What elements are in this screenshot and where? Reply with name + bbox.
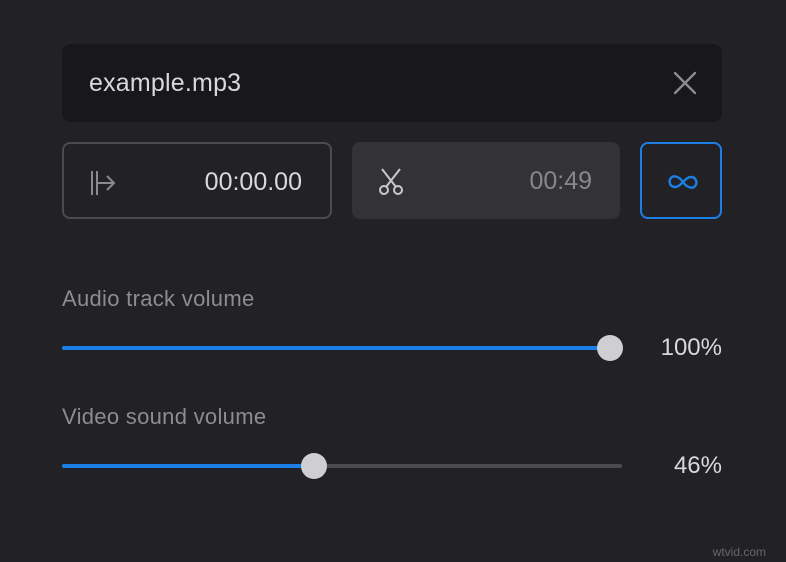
audio-track-volume-value: 100%	[660, 334, 722, 361]
video-sound-volume-fill	[62, 464, 315, 468]
audio-track-volume-fill	[62, 346, 610, 350]
audio-file-bar: example.mp3	[62, 44, 722, 122]
trim-end-field[interactable]: 00:49	[352, 142, 620, 219]
infinity-icon	[668, 175, 698, 189]
trim-start-time: 00:00.00	[204, 168, 302, 196]
video-sound-volume-thumb[interactable]	[301, 453, 328, 479]
video-sound-volume-slider[interactable]	[62, 453, 622, 479]
audio-file-name: example.mp3	[89, 69, 242, 97]
scissors-icon	[379, 168, 403, 195]
audio-track-volume-thumb[interactable]	[597, 335, 623, 361]
loop-toggle-button[interactable]	[640, 142, 722, 219]
watermark: wtvid.com	[712, 545, 766, 559]
trim-end-time: 00:49	[529, 167, 592, 195]
video-sound-volume-label: Video sound volume	[62, 404, 267, 429]
audio-track-volume-slider[interactable]	[62, 335, 623, 361]
video-sound-volume-value: 46%	[673, 452, 722, 479]
trim-start-icon	[91, 171, 116, 195]
trim-start-field[interactable]: 00:00.00	[62, 142, 332, 219]
remove-audio-button[interactable]	[670, 68, 700, 98]
close-icon	[673, 71, 697, 95]
audio-track-volume-label: Audio track volume	[62, 286, 255, 311]
audio-settings-panel: example.mp3 00:00.00 00:49 Audio track v…	[0, 0, 786, 562]
